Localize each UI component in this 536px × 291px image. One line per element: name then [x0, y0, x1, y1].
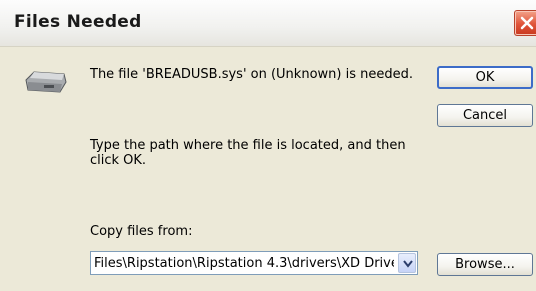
window-title: Files Needed: [14, 12, 142, 32]
chevron-down-icon: [403, 260, 413, 268]
dropdown-button[interactable]: [398, 253, 416, 273]
disk-drive-icon: [25, 71, 67, 93]
browse-button[interactable]: Browse...: [437, 253, 533, 276]
copy-from-value[interactable]: Files\Ripstation\Ripstation 4.3\drivers\…: [94, 256, 394, 271]
files-needed-dialog: Files Needed The file 'BREADUSB.sys' on …: [0, 0, 536, 291]
copy-from-label: Copy files from:: [90, 224, 193, 239]
missing-file-message: The file 'BREADUSB.sys' on (Unknown) is …: [90, 67, 413, 82]
copy-from-combobox[interactable]: Files\Ripstation\Ripstation 4.3\drivers\…: [90, 251, 418, 275]
close-button[interactable]: [514, 10, 536, 36]
ok-button[interactable]: OK: [437, 66, 533, 89]
instruction-text: Type the path where the file is located,…: [90, 138, 406, 168]
cancel-button[interactable]: Cancel: [437, 104, 533, 127]
title-bar: Files Needed: [0, 0, 536, 47]
close-icon: [520, 16, 534, 30]
